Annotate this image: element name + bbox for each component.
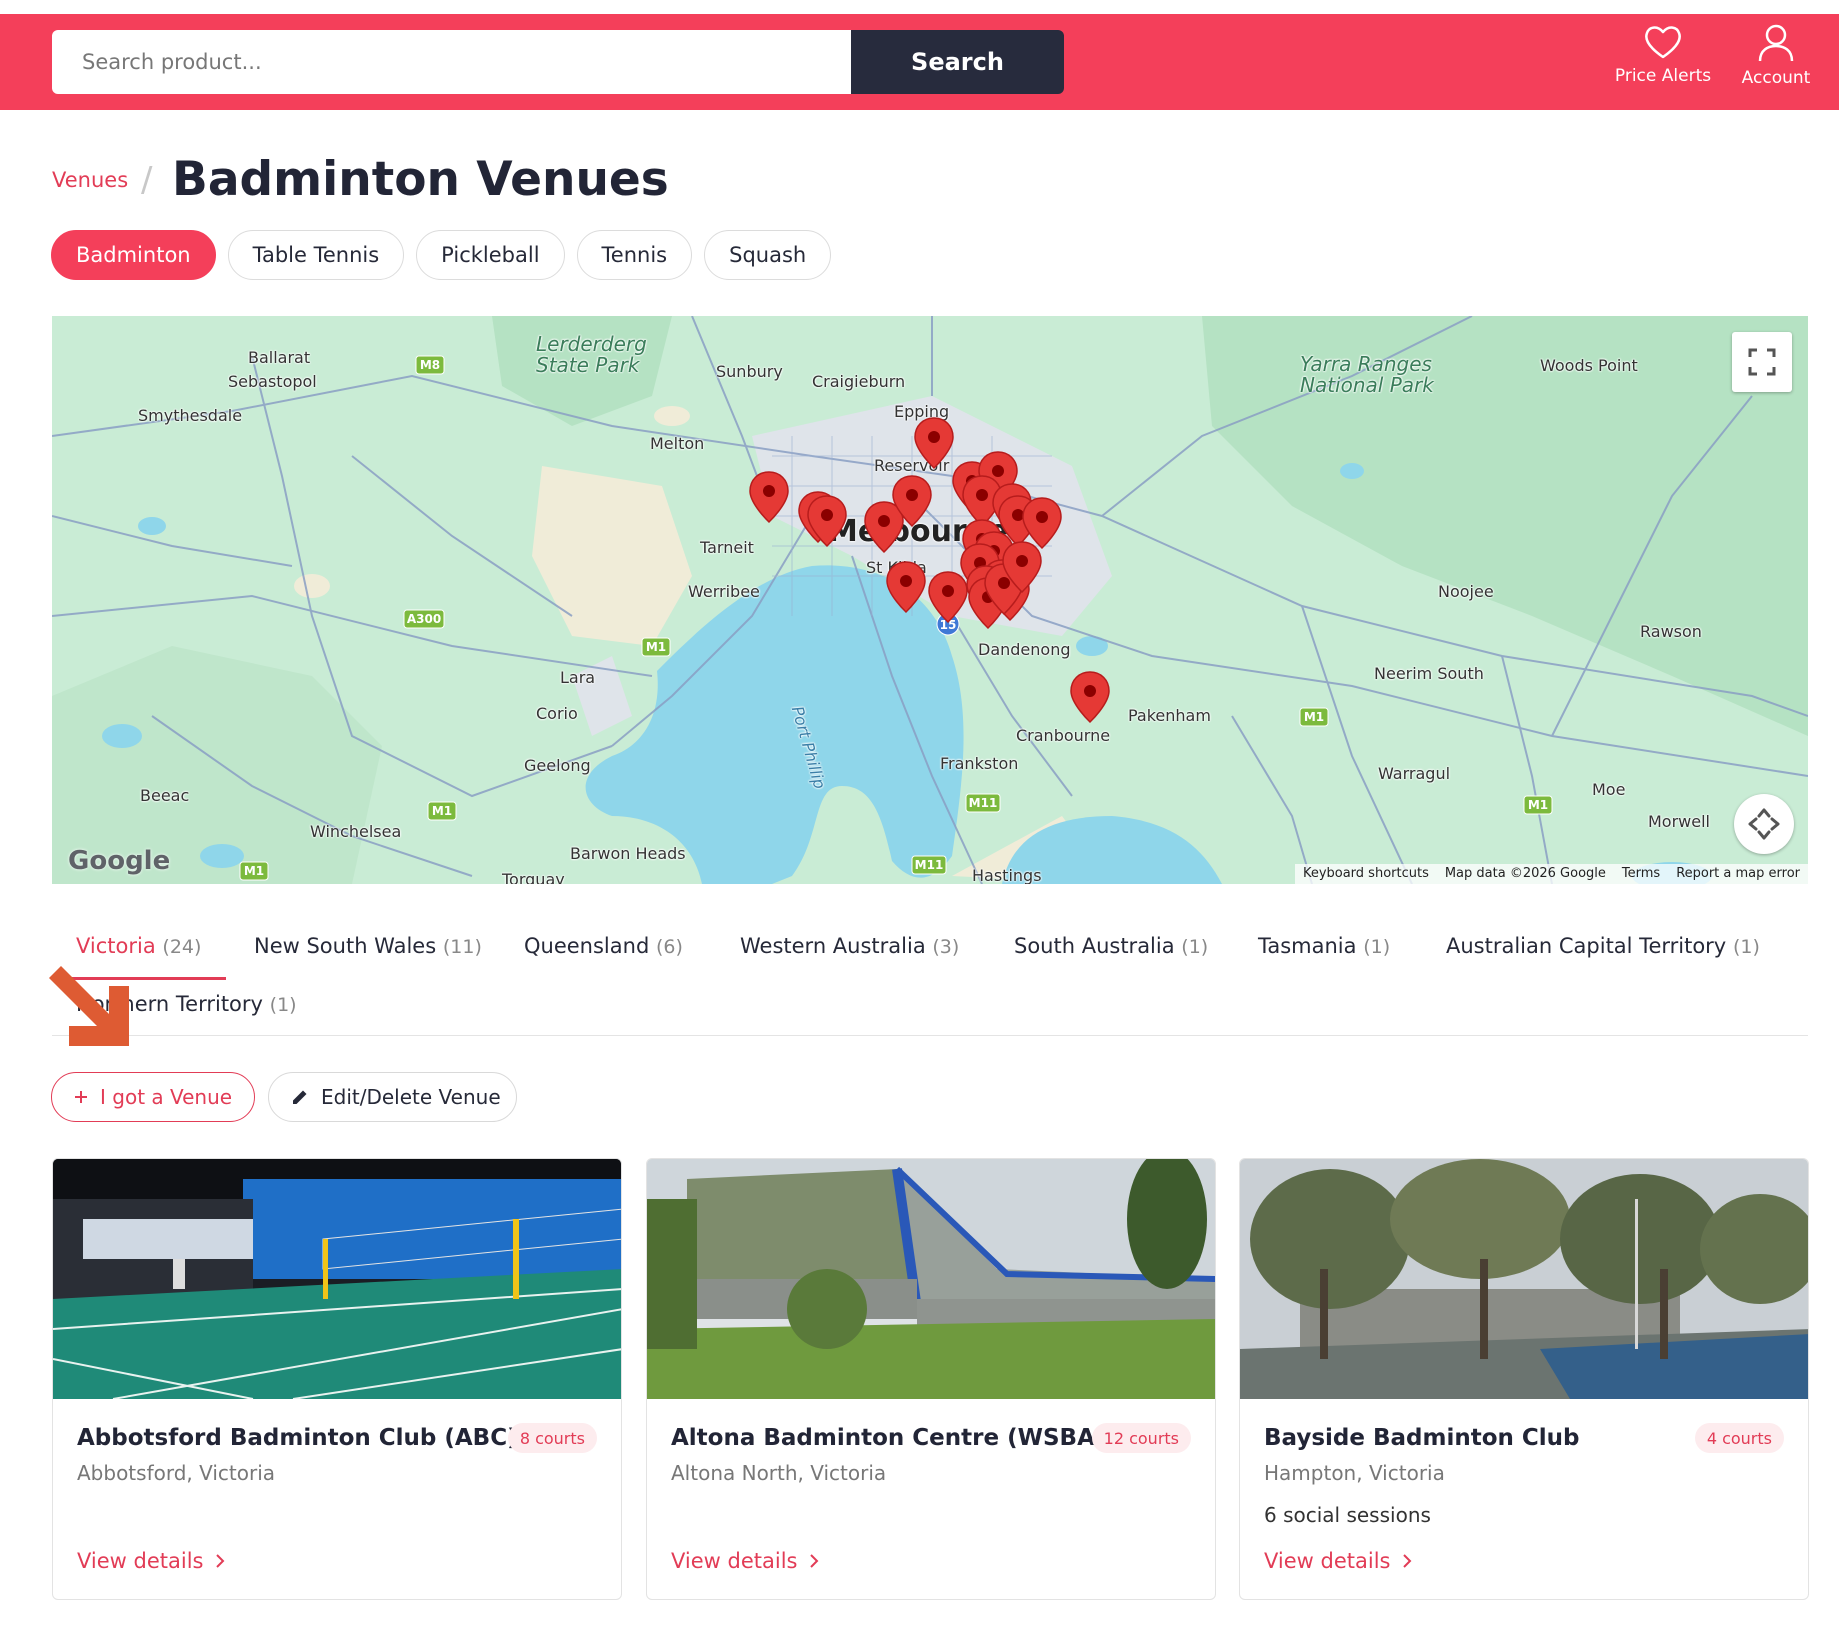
- tab-label: Victoria: [76, 934, 156, 958]
- search-button[interactable]: Search: [851, 30, 1064, 94]
- map-keyboard-shortcuts[interactable]: Keyboard shortcuts: [1295, 864, 1437, 884]
- tab-count: (24): [162, 936, 202, 958]
- map-terms-link[interactable]: Terms: [1614, 864, 1668, 884]
- tab-label: Australian Capital Territory: [1446, 934, 1727, 958]
- tab-victoria[interactable]: Victoria (24): [76, 934, 201, 958]
- view-details-link[interactable]: View details: [77, 1549, 225, 1573]
- search-input[interactable]: [52, 30, 851, 94]
- tab-count: (6): [655, 936, 683, 958]
- courts-badge: 8 courts: [507, 1423, 597, 1453]
- view-details-link[interactable]: View details: [1264, 1549, 1412, 1573]
- tab-south-australia[interactable]: South Australia (1): [1014, 934, 1208, 958]
- account-label: Account: [1741, 68, 1811, 88]
- map-report-error-link[interactable]: Report a map error: [1668, 864, 1808, 884]
- tab-label: Western Australia: [740, 934, 926, 958]
- venue-card[interactable]: Altona Badminton Centre (WSBA) 12 courts…: [646, 1158, 1216, 1600]
- venue-photo: [1240, 1159, 1808, 1399]
- tab-count: (3): [932, 936, 960, 958]
- tab-western-australia[interactable]: Western Australia (3): [740, 934, 959, 958]
- annotation-arrow-icon: [49, 966, 129, 1046]
- breadcrumb-separator: /: [141, 160, 153, 200]
- map-pan-control[interactable]: [1734, 794, 1794, 854]
- tab-count: (11): [442, 936, 482, 958]
- chevron-right-icon: [1403, 1554, 1412, 1568]
- page-title: Badminton Venues: [172, 152, 669, 207]
- pencil-icon: [291, 1088, 309, 1106]
- courts-badge: 12 courts: [1091, 1423, 1191, 1453]
- edit-delete-venue-label: Edit/Delete Venue: [321, 1085, 501, 1109]
- fullscreen-icon: [1748, 348, 1776, 376]
- tabs-divider: [52, 1035, 1808, 1036]
- heart-icon: [1645, 26, 1681, 59]
- chevron-right-icon: [216, 1554, 225, 1568]
- google-logo: Google: [68, 846, 171, 876]
- view-details-label: View details: [77, 1549, 204, 1573]
- venue-name[interactable]: Bayside Badminton Club: [1264, 1425, 1580, 1451]
- view-details-label: View details: [1264, 1549, 1391, 1573]
- tab-count: (1): [269, 994, 297, 1016]
- venue-photo: [53, 1159, 621, 1399]
- top-bar: Search Price Alerts Account: [0, 14, 1839, 110]
- sport-pill-tennis[interactable]: Tennis: [576, 230, 693, 280]
- venue-location: Altona North, Victoria: [671, 1461, 887, 1485]
- price-alerts-button[interactable]: Price Alerts: [1610, 24, 1716, 104]
- venue-card[interactable]: Bayside Badminton Club 4 courts Hampton,…: [1239, 1158, 1809, 1600]
- tab-label: Tasmania: [1258, 934, 1357, 958]
- courts-badge: 4 courts: [1694, 1423, 1784, 1453]
- account-button[interactable]: Account: [1726, 24, 1826, 104]
- venue-name[interactable]: Altona Badminton Centre (WSBA): [671, 1425, 1105, 1451]
- sport-pill-badminton[interactable]: Badminton: [51, 230, 216, 280]
- add-venue-button[interactable]: I got a Venue: [51, 1072, 255, 1122]
- venue-card[interactable]: Abbotsford Badminton Club (ABC) 8 courts…: [52, 1158, 622, 1600]
- tab-label: New South Wales: [254, 934, 437, 958]
- tab-count: (1): [1732, 936, 1760, 958]
- tab-count: (1): [1363, 936, 1391, 958]
- venue-photo: [647, 1159, 1215, 1399]
- sport-pill-table-tennis[interactable]: Table Tennis: [227, 230, 405, 280]
- sport-filter: Badminton Table Tennis Pickleball Tennis…: [51, 230, 832, 280]
- user-icon: [1758, 24, 1794, 62]
- tab-queensland[interactable]: Queensland (6): [524, 934, 683, 958]
- map-data-attribution: Map data ©2026 Google: [1444, 866, 1606, 881]
- edit-delete-venue-button[interactable]: Edit/Delete Venue: [268, 1072, 517, 1122]
- tab-label: Queensland: [524, 934, 650, 958]
- venue-name[interactable]: Abbotsford Badminton Club (ABC): [77, 1425, 518, 1451]
- map-footer: Keyboard shortcuts Map data ©2026 Google…: [1294, 864, 1808, 884]
- price-alerts-label: Price Alerts: [1614, 66, 1712, 86]
- venue-location: Hampton, Victoria: [1264, 1461, 1445, 1485]
- tab-new-south-wales[interactable]: New South Wales (11): [254, 934, 482, 958]
- tab-australian-capital-territory[interactable]: Australian Capital Territory (1): [1446, 934, 1760, 958]
- venue-location: Abbotsford, Victoria: [77, 1461, 276, 1485]
- map-fullscreen-button[interactable]: [1732, 332, 1792, 392]
- view-details-label: View details: [671, 1549, 798, 1573]
- tab-count: (1): [1181, 936, 1209, 958]
- chevron-right-icon: [810, 1554, 819, 1568]
- venue-markers: [749, 417, 1110, 723]
- venue-map[interactable]: Ballarat Sebastopol Smythesdale Lerderde…: [52, 316, 1808, 884]
- sport-pill-squash[interactable]: Squash: [704, 230, 832, 280]
- social-sessions: 6 social sessions: [1264, 1503, 1431, 1527]
- sport-pill-pickleball[interactable]: Pickleball: [416, 230, 565, 280]
- breadcrumb-venues-link[interactable]: Venues: [52, 168, 128, 192]
- map-marker-icon: [749, 417, 1110, 723]
- view-details-link[interactable]: View details: [671, 1549, 819, 1573]
- add-venue-label: I got a Venue: [100, 1085, 233, 1109]
- move-icon: [1748, 808, 1780, 840]
- tab-tasmania[interactable]: Tasmania (1): [1258, 934, 1390, 958]
- plus-icon: [74, 1090, 88, 1104]
- tab-label: South Australia: [1014, 934, 1175, 958]
